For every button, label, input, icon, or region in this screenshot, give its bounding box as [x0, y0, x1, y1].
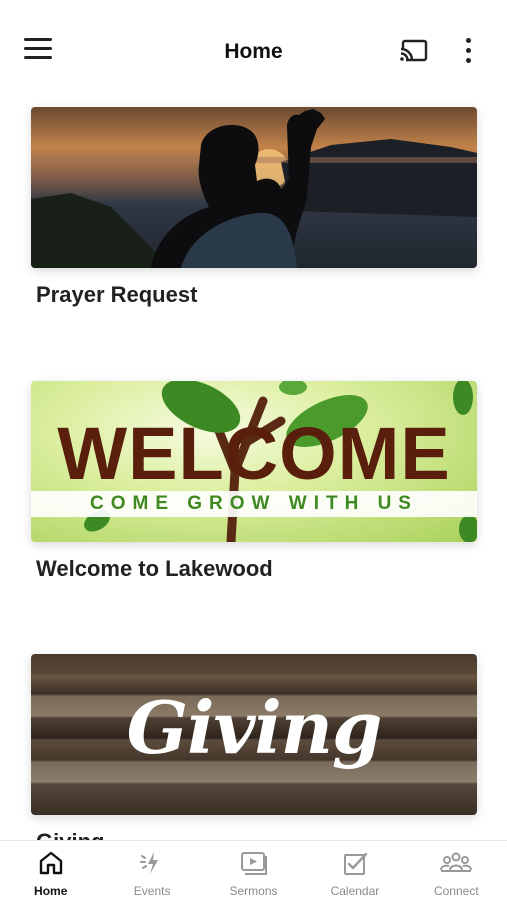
app-header: Home [0, 0, 507, 100]
card-prayer-request[interactable]: Prayer Request [31, 107, 477, 308]
bottom-tab-bar: Home Events Sermons Calendar Connect [0, 840, 507, 901]
welcome-image-subtitle: COME GROW WITH US [31, 491, 477, 517]
tab-calendar[interactable]: Calendar [304, 841, 405, 901]
tab-label: Events [133, 884, 171, 898]
connect-icon [406, 849, 507, 877]
home-icon [0, 849, 101, 877]
tab-events[interactable]: Events [101, 841, 202, 901]
sermons-icon [203, 849, 304, 877]
giving-image: Giving [31, 654, 477, 815]
tab-label: Sermons [229, 884, 278, 898]
prayer-request-image [31, 107, 477, 268]
welcome-image-title: WELCOME [57, 412, 451, 495]
calendar-icon [304, 849, 405, 877]
tab-label: Home [34, 884, 68, 898]
card-giving[interactable]: Giving Giving [31, 654, 477, 855]
tab-label: Calendar [330, 884, 380, 898]
tab-home[interactable]: Home [0, 841, 101, 901]
cast-icon[interactable] [399, 38, 431, 66]
welcome-image: WELCOME COME GROW WITH US [31, 381, 477, 542]
more-vertical-icon[interactable] [458, 38, 478, 66]
tab-connect[interactable]: Connect [406, 841, 507, 901]
giving-image-title: Giving [126, 685, 383, 770]
card-welcome[interactable]: WELCOME COME GROW WITH US Welcome to Lak… [31, 381, 477, 582]
tab-sermons[interactable]: Sermons [203, 841, 304, 901]
tab-label: Connect [433, 884, 479, 898]
card-title: Prayer Request [36, 282, 198, 307]
events-icon [101, 849, 202, 877]
card-title: Welcome to Lakewood [36, 556, 273, 581]
